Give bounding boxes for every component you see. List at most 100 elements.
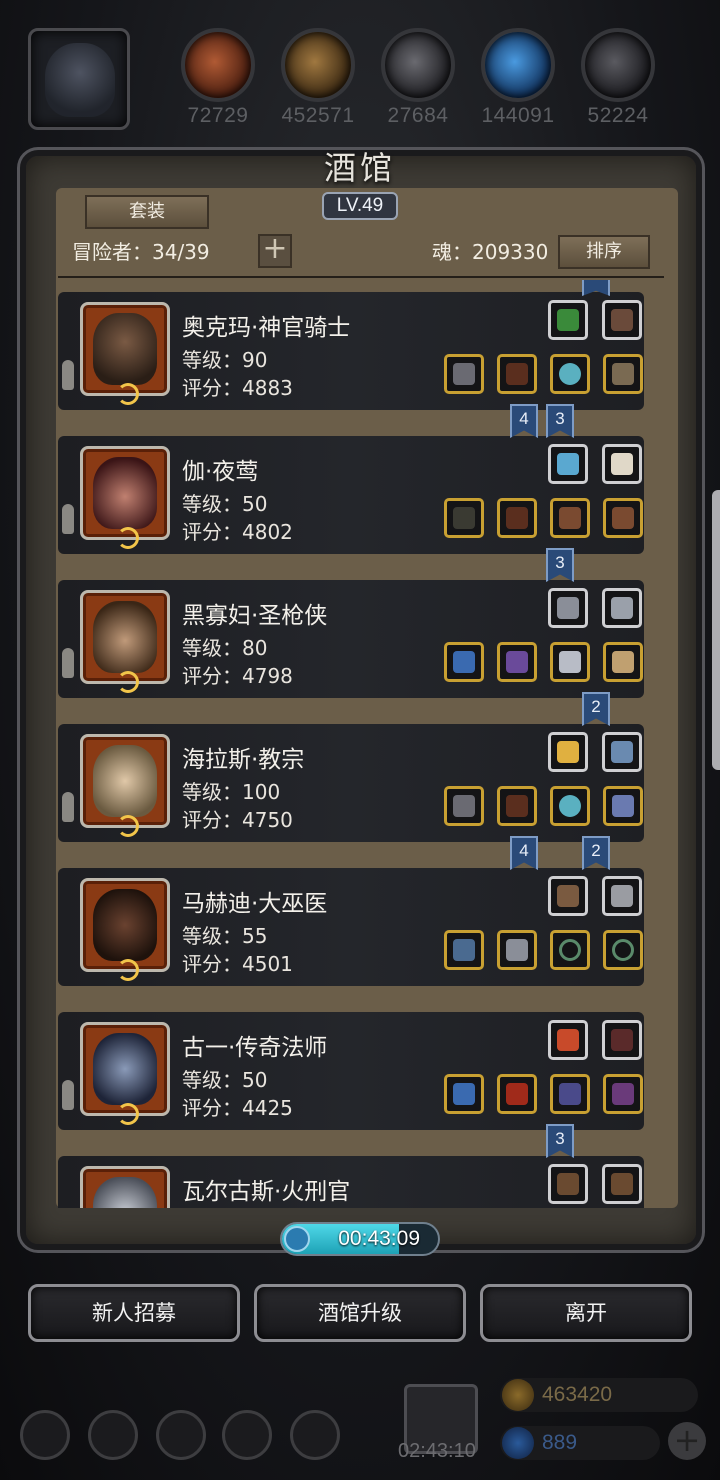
hero-level: 等级：90 xyxy=(182,348,268,372)
resource-crystal-value: 144091 xyxy=(481,104,555,127)
equip-blade-icon[interactable] xyxy=(548,588,588,628)
equip-boots-icon[interactable] xyxy=(550,498,590,538)
resource-crystal[interactable]: 144091 xyxy=(478,28,558,128)
equip-armor-icon[interactable] xyxy=(497,642,537,682)
hero-score: 评分：4750 xyxy=(182,808,293,832)
equip-cloak-icon[interactable] xyxy=(497,498,537,538)
hero-name: 瓦尔古斯·火刑官 xyxy=(182,1179,351,1205)
hero-portrait[interactable] xyxy=(80,302,170,405)
equip-robe-icon[interactable] xyxy=(497,354,537,394)
equip-chain-icon[interactable] xyxy=(602,1020,642,1060)
resource-meat[interactable]: 72729 xyxy=(178,28,258,128)
guild-icon[interactable] xyxy=(156,1410,206,1460)
equip-hammer-icon[interactable] xyxy=(444,786,484,826)
equip-lantern-icon[interactable] xyxy=(548,732,588,772)
plus-icon: + xyxy=(673,1421,701,1459)
equip-gloves-icon[interactable] xyxy=(602,1164,642,1204)
hero-level: 等级：100 xyxy=(182,780,281,804)
sort-button[interactable]: 排序 xyxy=(558,235,650,269)
panel-title: 酒馆 xyxy=(323,149,396,187)
equip-wand-icon[interactable] xyxy=(444,1074,484,1114)
equip-boots-icon[interactable] xyxy=(603,1074,643,1114)
equipment-set-button[interactable]: 套装 xyxy=(85,195,209,229)
bookmark-badge: 2 xyxy=(582,836,610,870)
resource-iron[interactable]: 27684 xyxy=(378,28,458,128)
hero-card[interactable]: 马赫迪·大巫医 等级：55 评分：4501 xyxy=(58,868,644,986)
hero-card[interactable]: 海拉斯·教宗 等级：100 评分：4750 xyxy=(58,724,644,842)
hero-portrait[interactable] xyxy=(80,446,170,549)
equip-potion-icon[interactable] xyxy=(603,786,643,826)
hero-name: 海拉斯·教宗 xyxy=(182,747,305,773)
hero-card[interactable]: 瓦尔古斯·火刑官 xyxy=(58,1156,644,1208)
equip-crystal-icon[interactable] xyxy=(548,444,588,484)
adventurer-count: 冒险者：34/39 xyxy=(72,240,210,264)
resource-iron-value: 27684 xyxy=(387,104,449,127)
header-divider xyxy=(58,276,664,278)
equip-mace-icon[interactable] xyxy=(444,354,484,394)
equip-horn-icon[interactable] xyxy=(603,642,643,682)
gem-icon xyxy=(502,1427,534,1459)
hero-score: 评分：4501 xyxy=(182,952,293,976)
equip-tome-icon[interactable] xyxy=(548,300,588,340)
hero-card[interactable]: 古一·传奇法师 等级：50 评分：4425 xyxy=(58,1012,644,1130)
hero-portrait[interactable] xyxy=(80,590,170,693)
resource-wood[interactable]: 452571 xyxy=(278,28,358,128)
equip-cloak-icon[interactable] xyxy=(550,1074,590,1114)
equip-boots-icon[interactable] xyxy=(603,498,643,538)
moon-badge-icon xyxy=(117,527,139,549)
equip-ring-icon[interactable] xyxy=(603,930,643,970)
resource-stone[interactable]: 52224 xyxy=(578,28,658,128)
equip-feather-icon[interactable] xyxy=(602,300,642,340)
wood-icon xyxy=(281,28,355,102)
hero-portrait[interactable] xyxy=(80,878,170,981)
settings-icon[interactable] xyxy=(20,1410,70,1460)
leave-button[interactable]: 离开 xyxy=(480,1284,692,1342)
equip-ring-icon[interactable] xyxy=(550,930,590,970)
equip-robe-icon[interactable] xyxy=(497,786,537,826)
hero-card[interactable]: 奥克玛·神官骑士 等级：90 评分：4883 xyxy=(58,292,644,410)
map-icon[interactable] xyxy=(290,1410,340,1460)
equip-tooth-icon[interactable] xyxy=(602,444,642,484)
gift-timer: 02:43:10 xyxy=(398,1440,476,1462)
resource-wood-value: 452571 xyxy=(281,104,355,127)
player-avatar[interactable] xyxy=(28,28,130,130)
equip-dagger-icon[interactable] xyxy=(550,642,590,682)
ghost-icon xyxy=(62,504,74,534)
quest-icon[interactable] xyxy=(88,1410,138,1460)
add-gems-button[interactable]: + xyxy=(668,1422,706,1460)
equip-gloves-icon[interactable] xyxy=(548,1164,588,1204)
equip-staff-icon[interactable] xyxy=(444,930,484,970)
tavern-upgrade-button[interactable]: 酒馆升级 xyxy=(254,1284,466,1342)
moon-badge-icon xyxy=(117,815,139,837)
mail-icon[interactable] xyxy=(222,1410,272,1460)
hero-name: 古一·传奇法师 xyxy=(182,1035,328,1061)
hero-list[interactable]: 奥克玛·神官骑士 等级：90 评分：4883 伽·夜莺 等级：50 评分：480… xyxy=(58,280,664,1208)
bookmark-badge: 3 xyxy=(546,1124,574,1158)
meat-icon xyxy=(181,28,255,102)
hero-card[interactable]: 黑寡妇·圣枪侠 等级：80 评分：4798 xyxy=(58,580,644,698)
iron-icon xyxy=(381,28,455,102)
bookmark-badge: 3 xyxy=(546,548,574,582)
hero-portrait[interactable] xyxy=(80,734,170,837)
equip-necklace-icon[interactable] xyxy=(602,732,642,772)
add-adventurer-slot-button[interactable]: + xyxy=(258,234,292,268)
hero-name: 奥克玛·神官骑士 xyxy=(182,315,351,341)
equip-gauntlet-icon[interactable] xyxy=(603,354,643,394)
equip-robe-icon[interactable] xyxy=(497,1074,537,1114)
hero-card[interactable]: 伽·夜莺 等级：50 评分：4802 xyxy=(58,436,644,554)
equip-scroll-icon[interactable] xyxy=(602,588,642,628)
hero-level: 等级：50 xyxy=(182,1068,268,1092)
equip-mask-icon[interactable] xyxy=(602,876,642,916)
equip-shield-icon[interactable] xyxy=(548,876,588,916)
equip-amulet-icon[interactable] xyxy=(550,786,590,826)
soul-count: 魂：209330 xyxy=(432,240,549,264)
equip-lance-icon[interactable] xyxy=(444,642,484,682)
equip-armor-icon[interactable] xyxy=(497,930,537,970)
equip-amulet-icon[interactable] xyxy=(550,354,590,394)
equip-bow-icon[interactable] xyxy=(444,498,484,538)
hero-portrait[interactable] xyxy=(80,1166,170,1208)
equip-crest-icon[interactable] xyxy=(548,1020,588,1060)
side-drawer-handle[interactable] xyxy=(712,490,720,770)
hero-portrait[interactable] xyxy=(80,1022,170,1125)
recruit-button[interactable]: 新人招募 xyxy=(28,1284,240,1342)
